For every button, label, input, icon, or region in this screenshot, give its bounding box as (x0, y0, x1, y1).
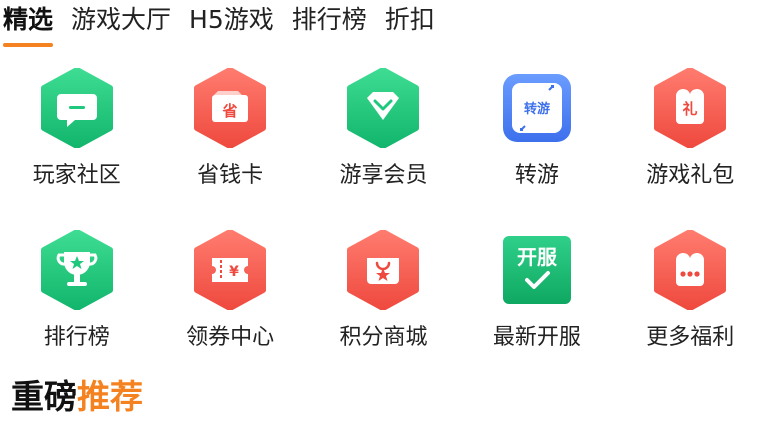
feature-rankings[interactable]: 排行榜 (0, 228, 153, 390)
feature-label: 玩家社区 (32, 163, 121, 188)
svg-text:开服: 开服 (517, 245, 558, 269)
top-tab-bar: 精选 游戏大厅 H5游戏 排行榜 折扣 (0, 0, 767, 52)
section-title-part2: 推荐 (77, 377, 143, 416)
svg-text:礼: 礼 (683, 100, 698, 118)
feature-coupon-center[interactable]: ¥ 领券中心 (153, 228, 306, 390)
feature-label: 转游 (514, 163, 559, 188)
tab-rankings[interactable]: 排行榜 (292, 0, 367, 40)
svg-text:转游: 转游 (524, 101, 550, 117)
feature-label: 积分商城 (339, 325, 428, 350)
section-title-featured-recommendations: 重磅推荐 (11, 375, 143, 419)
feature-label: 游戏礼包 (646, 163, 735, 188)
chat-bubble-icon (37, 68, 117, 148)
feature-label: 游享会员 (339, 163, 428, 188)
trophy-icon (37, 230, 117, 310)
savings-card-icon: 省 (190, 68, 270, 148)
diamond-icon (343, 68, 423, 148)
more-benefits-icon (650, 230, 730, 310)
feature-label: 最新开服 (492, 325, 581, 350)
shopping-bag-icon (343, 230, 423, 310)
new-server-icon: 开服 (497, 230, 577, 310)
transfer-icon: 转游 (497, 68, 577, 148)
feature-label: 领券中心 (186, 325, 275, 350)
gift-icon: 礼 (650, 68, 730, 148)
feature-label: 省钱卡 (197, 163, 264, 188)
tab-discounts[interactable]: 折扣 (385, 0, 435, 40)
feature-new-servers[interactable]: 开服 最新开服 (460, 228, 613, 390)
feature-grid: 玩家社区 省 省钱卡 游享会员 转游 转游 礼 游戏礼包 排行榜 ¥ 领券中心 … (0, 66, 767, 390)
feature-transfer[interactable]: 转游 转游 (460, 66, 613, 228)
feature-row: 排行榜 ¥ 领券中心 积分商城 开服 最新开服 更多福利 (0, 228, 767, 390)
tab-game-hall[interactable]: 游戏大厅 (71, 0, 171, 40)
tab-featured[interactable]: 精选 (3, 0, 54, 47)
tab-h5-games[interactable]: H5游戏 (189, 0, 274, 40)
feature-points-mall[interactable]: 积分商城 (307, 228, 460, 390)
feature-label: 排行榜 (43, 325, 110, 350)
section-title-part1: 重磅 (11, 377, 77, 416)
feature-more-benefits[interactable]: 更多福利 (614, 228, 767, 390)
feature-game-gift-pack[interactable]: 礼 游戏礼包 (614, 66, 767, 228)
feature-player-community[interactable]: 玩家社区 (0, 66, 153, 228)
feature-row: 玩家社区 省 省钱卡 游享会员 转游 转游 礼 游戏礼包 (0, 66, 767, 228)
coupon-icon: ¥ (190, 230, 270, 310)
feature-vip-membership[interactable]: 游享会员 (307, 66, 460, 228)
feature-savings-card[interactable]: 省 省钱卡 (153, 66, 306, 228)
svg-text:¥: ¥ (229, 264, 239, 280)
feature-label: 更多福利 (646, 325, 735, 350)
svg-text:省: 省 (222, 102, 238, 120)
